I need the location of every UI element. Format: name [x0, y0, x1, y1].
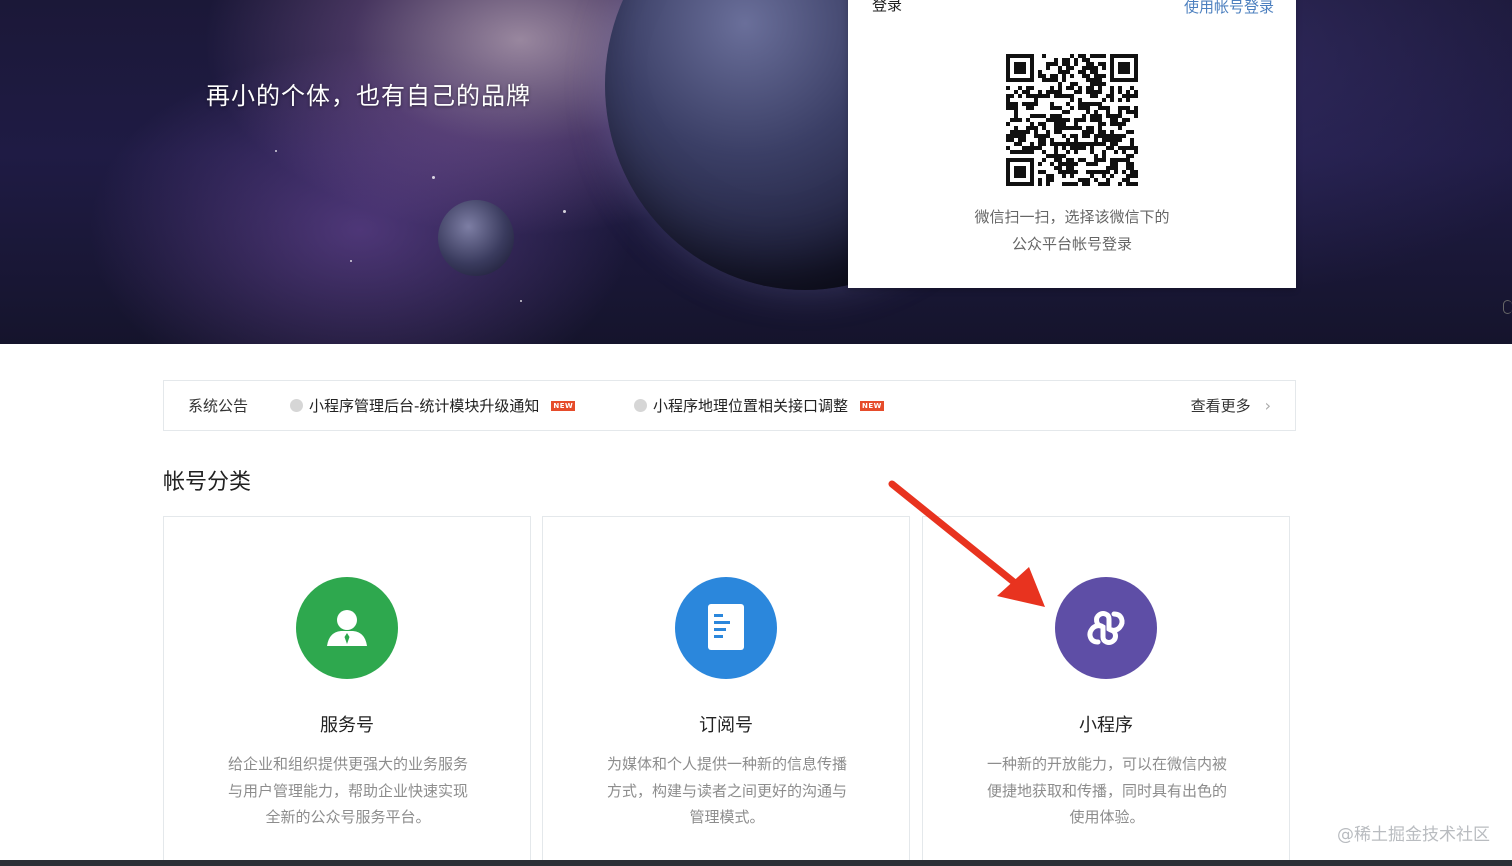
- notice-item[interactable]: 小程序管理后台-统计模块升级通知 NEW: [290, 395, 576, 416]
- notice-label: 系统公告: [188, 397, 249, 415]
- card-description: 一种新的开放能力，可以在微信内被 便捷地获取和传播，同时具有出色的 使用体验。: [963, 751, 1251, 831]
- moon-image: [438, 200, 514, 276]
- account-type-card-service[interactable]: 服务号 给企业和组织提供更强大的业务服务 与用户管理能力，帮助企业快速实现 全新…: [163, 516, 531, 866]
- card-description-line: 为媒体和个人提供一种新的信息传播: [606, 755, 847, 773]
- login-card: 登录 使用帐号登录 微信扫一扫，选择该微信下的 公众平台帐号登录: [848, 0, 1296, 288]
- bottom-border: [0, 860, 1512, 866]
- card-description: 给企业和组织提供更强大的业务服务 与用户管理能力，帮助企业快速实现 全新的公众号…: [204, 751, 492, 831]
- card-description-line: 管理模式。: [689, 808, 765, 826]
- bullet-dot-icon: [634, 399, 647, 412]
- star: [520, 300, 522, 302]
- star: [350, 260, 352, 262]
- new-badge: NEW: [551, 400, 576, 411]
- star: [432, 176, 435, 179]
- red-arrow-annotation: [888, 480, 1045, 607]
- system-notice-bar: 系统公告 小程序管理后台-统计模块升级通知 NEW 小程序地理位置相关接口调整 …: [163, 380, 1296, 431]
- subscription-account-icon: [675, 577, 777, 679]
- view-more-label: 查看更多: [1190, 397, 1251, 415]
- card-description-line: 给企业和组织提供更强大的业务服务: [227, 755, 468, 773]
- service-account-icon: [296, 577, 398, 679]
- qr-hint: 微信扫一扫，选择该微信下的 公众平台帐号登录: [848, 204, 1296, 258]
- card-description-line: 全新的公众号服务平台。: [265, 808, 431, 826]
- card-description-line: 一种新的开放能力，可以在微信内被: [986, 755, 1227, 773]
- login-title: 登录: [872, 0, 903, 14]
- star: [275, 150, 277, 152]
- notice-item[interactable]: 小程序地理位置相关接口调整 NEW: [634, 395, 884, 416]
- account-login-link[interactable]: 使用帐号登录: [1184, 0, 1274, 17]
- qr-hint-line: 微信扫一扫，选择该微信下的: [974, 208, 1170, 226]
- section-title: 帐号分类: [163, 470, 252, 495]
- card-description-line: 方式，构建与读者之间更好的沟通与: [606, 781, 847, 800]
- account-type-card-subscription[interactable]: 订阅号 为媒体和个人提供一种新的信息传播 方式，构建与读者之间更好的沟通与 管理…: [542, 516, 910, 866]
- card-title: 订阅号: [699, 715, 753, 736]
- hero-slogan: 再小的个体，也有自己的品牌: [206, 82, 531, 110]
- card-description: 为媒体和个人提供一种新的信息传播 方式，构建与读者之间更好的沟通与 管理模式。: [583, 751, 871, 831]
- chevron-right-icon: ›: [1264, 396, 1271, 415]
- star: [563, 210, 566, 213]
- login-qr-code: [1006, 54, 1138, 186]
- mini-program-icon: [1055, 577, 1157, 679]
- card-description-line: 便捷地获取和传播，同时具有出色的: [986, 781, 1227, 800]
- card-title: 小程序: [1079, 715, 1133, 736]
- card-description-line: 与用户管理能力，帮助企业快速实现: [227, 781, 468, 800]
- watermark: @稀土掘金技术社区: [1337, 825, 1490, 845]
- view-more-link[interactable]: 查看更多 ›: [1191, 395, 1271, 416]
- bullet-dot-icon: [290, 399, 303, 412]
- card-description-line: 使用体验。: [1069, 808, 1145, 826]
- notice-text: 小程序地理位置相关接口调整: [653, 397, 849, 415]
- notice-text: 小程序管理后台-统计模块升级通知: [309, 397, 540, 415]
- qr-hint-line: 公众平台帐号登录: [1011, 235, 1132, 253]
- card-title: 服务号: [320, 715, 374, 736]
- new-badge: NEW: [860, 400, 884, 411]
- carousel-edge-handle[interactable]: [1503, 300, 1512, 314]
